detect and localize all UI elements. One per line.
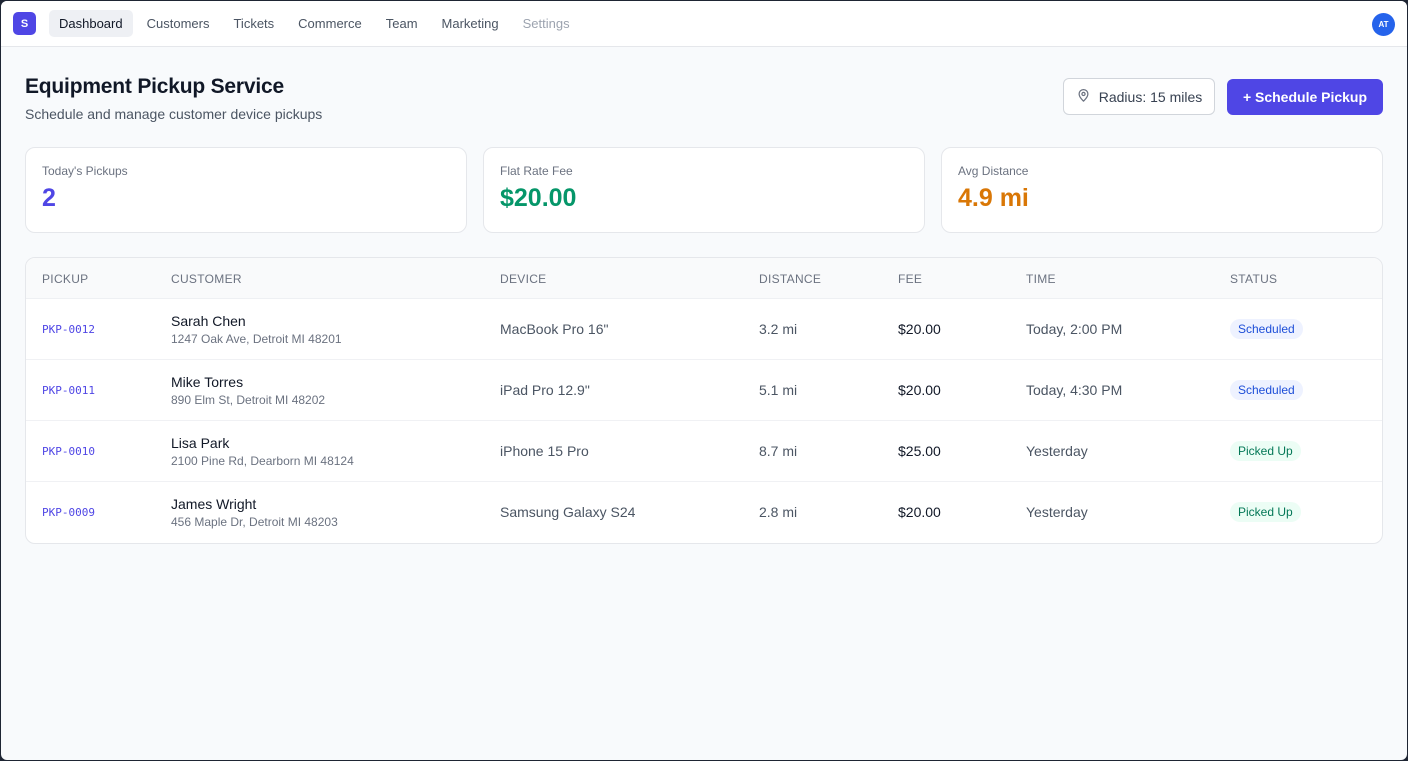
pickup-time: Today, 2:00 PM	[1026, 321, 1123, 337]
customer-name: James Wright	[171, 496, 257, 512]
customer-name: Sarah Chen	[171, 313, 246, 329]
nav-item-dashboard[interactable]: Dashboard	[49, 10, 133, 37]
fee-value: $25.00	[898, 443, 941, 459]
table-row[interactable]: PKP-0009 James Wright 456 Maple Dr, Detr…	[26, 482, 1382, 543]
distance-value: 3.2 mi	[759, 321, 798, 337]
nav-item-tickets[interactable]: Tickets	[223, 10, 284, 37]
nav-item-customers[interactable]: Customers	[137, 10, 220, 37]
stat-value: $20.00	[500, 184, 577, 212]
column-header-time[interactable]: TIME	[1026, 272, 1056, 286]
fee-value: $20.00	[898, 321, 941, 337]
map-pin-icon	[1076, 88, 1091, 106]
customer-address: 1247 Oak Ave, Detroit MI 48201	[171, 332, 342, 346]
column-header-customer[interactable]: CUSTOMER	[171, 272, 242, 286]
distance-value: 2.8 mi	[759, 504, 798, 520]
nav-item-marketing[interactable]: Marketing	[432, 10, 509, 37]
fee-value: $20.00	[898, 504, 941, 520]
schedule-pickup-button[interactable]: + Schedule Pickup	[1227, 79, 1383, 115]
pickup-id-link[interactable]: PKP-0012	[42, 323, 95, 336]
pickup-time: Yesterday	[1026, 443, 1088, 459]
nav-item-settings[interactable]: Settings	[513, 10, 580, 37]
stat-card-avg-distance: Avg Distance 4.9 mi	[941, 147, 1383, 233]
customer-address: 2100 Pine Rd, Dearborn MI 48124	[171, 454, 354, 468]
device-name: iPad Pro 12.9"	[500, 382, 590, 398]
device-name: MacBook Pro 16"	[500, 321, 609, 337]
stat-value: 4.9 mi	[958, 184, 1029, 212]
stat-label: Avg Distance	[958, 164, 1029, 178]
customer-name: Mike Torres	[171, 374, 244, 390]
user-avatar[interactable]: AT	[1372, 13, 1395, 36]
device-name: Samsung Galaxy S24	[500, 504, 636, 520]
pickup-id-link[interactable]: PKP-0011	[42, 384, 95, 397]
device-name: iPhone 15 Pro	[500, 443, 589, 459]
stat-card-todays-pickups: Today's Pickups 2	[25, 147, 467, 233]
radius-filter-button[interactable]: Radius: 15 miles	[1063, 78, 1215, 115]
distance-value: 5.1 mi	[759, 382, 798, 398]
stat-label: Flat Rate Fee	[500, 164, 573, 178]
stats-row: Today's Pickups 2 Flat Rate Fee $20.00 A…	[25, 147, 1383, 233]
pickup-id-link[interactable]: PKP-0010	[42, 445, 95, 458]
table-header: PICKUP CUSTOMER DEVICE DISTANCE FEE TIME…	[26, 258, 1382, 299]
column-header-pickup[interactable]: PICKUP	[42, 272, 88, 286]
page-header: Equipment Pickup Service Schedule and ma…	[1, 47, 1407, 147]
distance-value: 8.7 mi	[759, 443, 798, 459]
page-subtitle: Schedule and manage customer device pick…	[25, 106, 323, 122]
pickup-id-link[interactable]: PKP-0009	[42, 506, 95, 519]
app-window: S Dashboard Customers Tickets Commerce T…	[1, 1, 1407, 760]
radius-label: Radius: 15 miles	[1098, 88, 1203, 105]
column-header-fee[interactable]: FEE	[898, 272, 922, 286]
column-header-status[interactable]: STATUS	[1230, 272, 1277, 286]
table-row[interactable]: PKP-0010 Lisa Park 2100 Pine Rd, Dearbor…	[26, 421, 1382, 482]
nav-item-team[interactable]: Team	[376, 10, 428, 37]
app-logo[interactable]: S	[13, 12, 36, 35]
customer-address: 456 Maple Dr, Detroit MI 48203	[171, 515, 338, 529]
fee-value: $20.00	[898, 382, 941, 398]
table-row[interactable]: PKP-0012 Sarah Chen 1247 Oak Ave, Detroi…	[26, 299, 1382, 360]
status-badge: Scheduled	[1230, 380, 1303, 400]
column-header-distance[interactable]: DISTANCE	[759, 272, 821, 286]
page-title: Equipment Pickup Service	[25, 75, 284, 98]
status-badge: Picked Up	[1230, 502, 1301, 522]
pickup-time: Today, 4:30 PM	[1026, 382, 1123, 398]
pickup-time: Yesterday	[1026, 504, 1088, 520]
table-row[interactable]: PKP-0011 Mike Torres 890 Elm St, Detroit…	[26, 360, 1382, 421]
status-badge: Picked Up	[1230, 441, 1301, 461]
customer-name: Lisa Park	[171, 435, 230, 451]
column-header-device[interactable]: DEVICE	[500, 272, 546, 286]
pickups-table: PICKUP CUSTOMER DEVICE DISTANCE FEE TIME…	[25, 257, 1383, 544]
stat-label: Today's Pickups	[42, 164, 128, 178]
stat-value: 2	[42, 184, 56, 212]
nav-item-commerce[interactable]: Commerce	[288, 10, 372, 37]
status-badge: Scheduled	[1230, 319, 1303, 339]
top-navigation: S Dashboard Customers Tickets Commerce T…	[1, 1, 1407, 47]
stat-card-flat-rate-fee: Flat Rate Fee $20.00	[483, 147, 925, 233]
customer-address: 890 Elm St, Detroit MI 48202	[171, 393, 326, 407]
